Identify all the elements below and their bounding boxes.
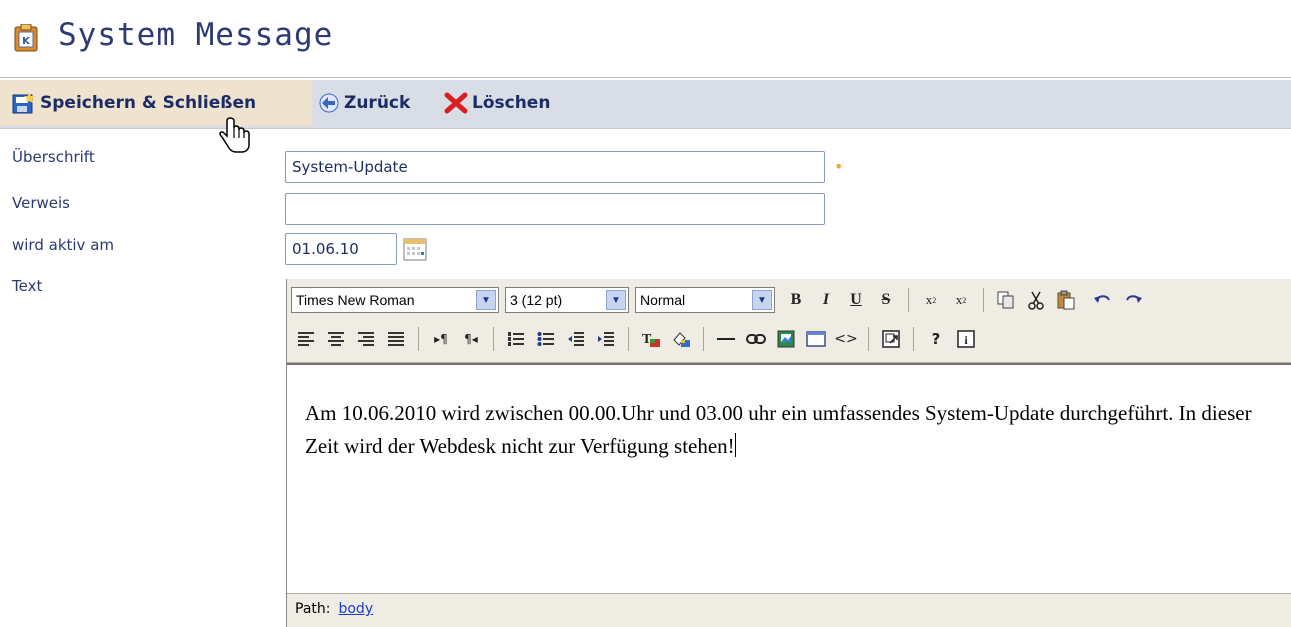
link-input[interactable] xyxy=(285,193,825,225)
help-icon[interactable]: ? xyxy=(924,326,948,352)
editor-toolbar: Times New Roman ▼ 3 (12 pt) ▼ Normal ▼ B… xyxy=(287,279,1291,363)
title-bar: K System Message xyxy=(0,0,1291,80)
save-icon xyxy=(12,92,35,114)
calendar-icon[interactable] xyxy=(402,236,428,262)
underline-icon[interactable]: U xyxy=(844,287,868,313)
hand-cursor-icon xyxy=(219,117,250,153)
text-editor: Times New Roman ▼ 3 (12 pt) ▼ Normal ▼ B… xyxy=(286,279,1291,627)
editor-status-bar: Path: body xyxy=(287,593,1291,627)
active-date-input[interactable]: 01.06.10 xyxy=(285,233,397,265)
back-arrow-icon xyxy=(319,93,339,113)
strikethrough-icon[interactable]: S xyxy=(874,287,898,313)
image-icon[interactable] xyxy=(774,326,798,352)
subscript-icon[interactable]: x2 xyxy=(919,287,943,313)
heading-input[interactable]: System-Update xyxy=(285,151,825,183)
align-left-icon[interactable] xyxy=(294,326,318,352)
background-color-icon[interactable] xyxy=(669,326,693,352)
path-label: Path: xyxy=(295,601,331,617)
paragraph-style-select[interactable]: Normal ▼ xyxy=(635,287,775,313)
html-source-icon[interactable]: <> xyxy=(834,326,858,352)
paragraph-style-value: Normal xyxy=(640,292,686,308)
editor-content: Am 10.06.2010 wird zwischen 00.00.Uhr un… xyxy=(305,401,1252,458)
chevron-down-icon: ▼ xyxy=(476,290,496,310)
table-icon[interactable] xyxy=(804,326,828,352)
heading-label: Überschrift xyxy=(12,148,95,166)
ltr-direction-icon[interactable]: ▸¶ xyxy=(429,326,453,352)
required-marker: • xyxy=(834,157,844,176)
editor-content-area[interactable]: Am 10.06.2010 wird zwischen 00.00.Uhr un… xyxy=(287,363,1291,593)
page-title: System Message xyxy=(58,17,334,53)
copy-icon[interactable] xyxy=(994,287,1018,313)
outdent-icon[interactable] xyxy=(564,326,588,352)
path-body-link[interactable]: body xyxy=(338,601,373,617)
font-family-select[interactable]: Times New Roman ▼ xyxy=(291,287,499,313)
toolbar-separator xyxy=(868,327,869,351)
toolbar-separator xyxy=(418,327,419,351)
back-button[interactable]: Zurück xyxy=(318,80,410,126)
text-color-icon[interactable]: T xyxy=(639,326,663,352)
info-icon[interactable]: i xyxy=(954,326,978,352)
clipboard-icon: K xyxy=(14,24,38,52)
font-size-select[interactable]: 3 (12 pt) ▼ xyxy=(505,287,629,313)
redo-icon[interactable] xyxy=(1121,287,1145,313)
editor-content-text[interactable]: Am 10.06.2010 wird zwischen 00.00.Uhr un… xyxy=(305,397,1265,463)
rtl-direction-icon[interactable]: ¶◂ xyxy=(459,326,483,352)
text-caret xyxy=(734,433,736,457)
text-label: Text xyxy=(12,277,43,295)
toolbar-separator xyxy=(983,288,984,312)
delete-label: Löschen xyxy=(472,93,551,113)
toolbar-separator xyxy=(628,327,629,351)
svg-text:K: K xyxy=(22,36,31,47)
ordered-list-icon[interactable] xyxy=(504,326,528,352)
chevron-down-icon: ▼ xyxy=(752,290,772,310)
toolbar-separator xyxy=(493,327,494,351)
chevron-down-icon: ▼ xyxy=(606,290,626,310)
save-close-label: Speichern & Schließen xyxy=(40,93,257,113)
back-label: Zurück xyxy=(344,93,411,113)
font-size-value: 3 (12 pt) xyxy=(510,292,563,308)
toolbar-separator xyxy=(703,327,704,351)
align-center-icon[interactable] xyxy=(324,326,348,352)
toolbar-separator xyxy=(908,288,909,312)
italic-icon[interactable]: I xyxy=(814,287,838,313)
fullscreen-icon[interactable] xyxy=(879,326,903,352)
delete-button[interactable]: Löschen xyxy=(444,80,550,126)
paste-icon[interactable] xyxy=(1054,287,1078,313)
indent-icon[interactable] xyxy=(594,326,618,352)
font-family-value: Times New Roman xyxy=(296,292,415,308)
link-icon[interactable] xyxy=(744,326,768,352)
align-justify-icon[interactable] xyxy=(384,326,408,352)
toolbar-separator xyxy=(913,327,914,351)
undo-icon[interactable] xyxy=(1091,287,1115,313)
active-date-label: wird aktiv am xyxy=(12,236,115,254)
save-close-button[interactable]: Speichern & Schließen xyxy=(0,80,312,126)
action-toolbar: Speichern & Schließen Zurück Löschen xyxy=(0,80,1291,129)
unordered-list-icon[interactable] xyxy=(534,326,558,352)
title-divider xyxy=(0,77,1291,78)
superscript-icon[interactable]: x2 xyxy=(949,287,973,313)
editor-toolbar-row-2: ▸¶ ¶◂ T <> ? i xyxy=(291,322,981,356)
bold-icon[interactable]: B xyxy=(784,287,808,313)
delete-x-icon xyxy=(444,92,468,114)
horizontal-rule-icon[interactable] xyxy=(714,326,738,352)
editor-toolbar-row-1: Times New Roman ▼ 3 (12 pt) ▼ Normal ▼ B… xyxy=(291,283,1148,317)
cut-icon[interactable] xyxy=(1024,287,1048,313)
link-label: Verweis xyxy=(12,194,70,212)
align-right-icon[interactable] xyxy=(354,326,378,352)
